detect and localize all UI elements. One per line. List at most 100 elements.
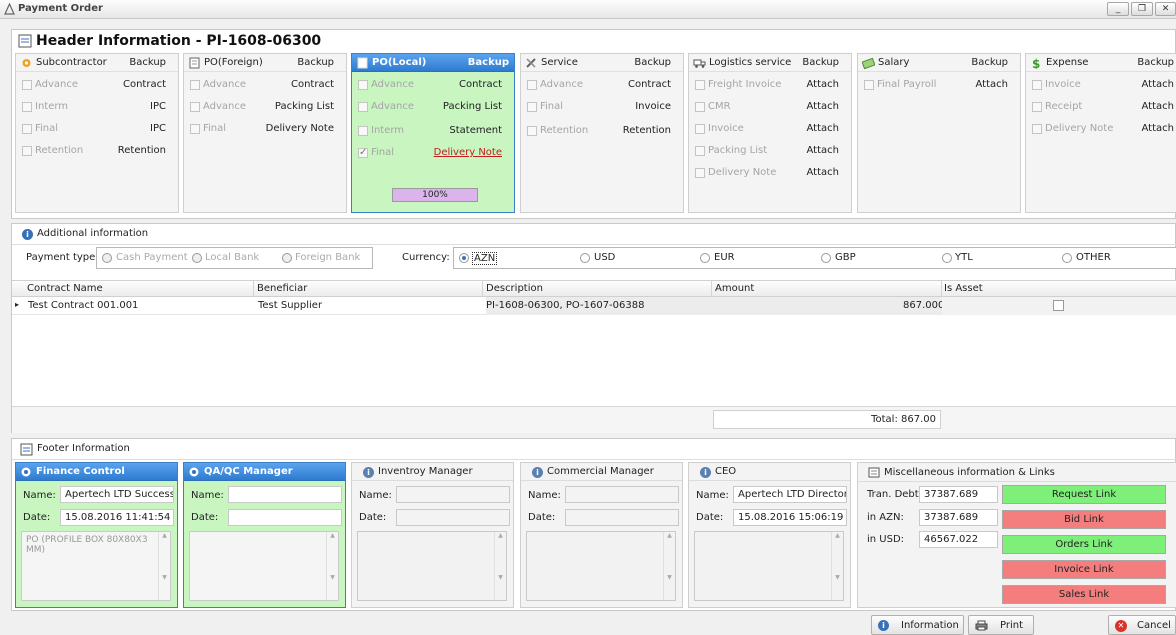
memo-scrollbar[interactable]: ▲ ▼ xyxy=(663,532,675,600)
checkbox[interactable] xyxy=(190,80,200,90)
memo-scrollbar[interactable]: ▲ ▼ xyxy=(326,532,338,600)
radio-azn[interactable] xyxy=(459,253,469,263)
name-field[interactable]: Apertech LTD Director xyxy=(733,486,847,503)
attach-link[interactable]: Attach xyxy=(1142,101,1174,112)
checkbox[interactable] xyxy=(1032,124,1042,134)
attach-link[interactable]: Attach xyxy=(807,79,839,90)
attach-link[interactable]: Attach xyxy=(807,167,839,178)
radio-eur[interactable] xyxy=(700,253,710,263)
memo-field[interactable]: PO (PROFILE BOX 80X80X3 MM) ▲ ▼ xyxy=(21,531,171,601)
azn-field[interactable]: 37387.689 xyxy=(919,509,998,526)
checkbox[interactable] xyxy=(358,102,368,112)
checkbox[interactable] xyxy=(1032,102,1042,112)
radio-gbp[interactable] xyxy=(821,253,831,263)
column-header-beneficiar[interactable]: Beneficiar xyxy=(257,283,307,294)
attach-link[interactable]: Attach xyxy=(807,145,839,156)
cancel-button[interactable]: ✕ Cancel xyxy=(1108,615,1176,635)
request-link-button[interactable]: Request Link xyxy=(1002,485,1166,504)
radio-foreign-bank[interactable] xyxy=(282,253,292,263)
checkbox[interactable] xyxy=(190,124,200,134)
checkbox[interactable] xyxy=(864,80,874,90)
backup-link[interactable]: Backup xyxy=(297,57,334,68)
checkbox[interactable] xyxy=(695,102,705,112)
radio-cash-payment[interactable] xyxy=(102,253,112,263)
memo-scrollbar[interactable]: ▲ ▼ xyxy=(831,532,843,600)
backup-link[interactable]: Backup xyxy=(802,57,839,68)
close-window-button[interactable]: ✕ xyxy=(1155,2,1176,16)
table-row[interactable]: ▸ Test Contract 001.001 Test Supplier PI… xyxy=(12,297,1176,315)
checkbox[interactable] xyxy=(22,102,32,112)
checkbox[interactable] xyxy=(22,124,32,134)
checkbox[interactable] xyxy=(527,102,537,112)
row-doc[interactable]: IPC xyxy=(150,123,166,134)
checkbox[interactable] xyxy=(358,126,368,136)
checkbox[interactable] xyxy=(695,168,705,178)
memo-field[interactable]: ▲ ▼ xyxy=(526,531,676,601)
radio-local-bank[interactable] xyxy=(192,253,202,263)
backup-link[interactable]: Backup xyxy=(468,57,509,68)
row-doc[interactable]: Retention xyxy=(623,125,671,136)
checkbox[interactable] xyxy=(358,80,368,90)
information-button[interactable]: i Information xyxy=(871,615,964,635)
backup-link[interactable]: Backup xyxy=(971,57,1008,68)
row-doc[interactable]: Delivery Note xyxy=(266,123,334,134)
row-doc[interactable]: Contract xyxy=(291,79,334,90)
delivery-note-link[interactable]: Delivery Note xyxy=(434,147,502,158)
column-header-description[interactable]: Description xyxy=(486,283,543,294)
attach-link[interactable]: Attach xyxy=(976,79,1008,90)
checkbox[interactable] xyxy=(527,80,537,90)
checkbox[interactable] xyxy=(695,124,705,134)
date-field[interactable] xyxy=(228,509,342,526)
checkbox-checked[interactable]: ✓ xyxy=(358,148,368,158)
restore-button[interactable]: ❐ xyxy=(1131,2,1153,16)
checkbox[interactable] xyxy=(1032,80,1042,90)
minimize-button[interactable]: _ xyxy=(1107,2,1129,16)
cell-contract-name[interactable]: Test Contract 001.001 xyxy=(28,300,138,311)
attach-link[interactable]: Attach xyxy=(1142,79,1174,90)
cell-beneficiar[interactable]: Test Supplier xyxy=(258,300,322,311)
cell-amount[interactable]: 867.000 xyxy=(903,300,944,311)
is-asset-checkbox[interactable] xyxy=(1053,300,1064,311)
checkbox[interactable] xyxy=(695,146,705,156)
row-doc[interactable]: Contract xyxy=(459,79,502,90)
memo-field[interactable]: ▲ ▼ xyxy=(189,531,339,601)
tran-debt-field[interactable]: 37387.689 xyxy=(919,486,998,503)
sales-link-button[interactable]: Sales Link xyxy=(1002,585,1166,604)
memo-field[interactable]: ▲ ▼ xyxy=(694,531,844,601)
date-field[interactable]: 15.08.2016 15:06:19 xyxy=(733,509,847,526)
row-doc[interactable]: Statement xyxy=(449,125,502,136)
print-button[interactable]: Print xyxy=(968,615,1034,635)
row-doc[interactable]: Packing List xyxy=(443,101,502,112)
backup-link[interactable]: Backup xyxy=(1137,57,1174,68)
memo-scrollbar[interactable]: ▲ ▼ xyxy=(158,532,170,600)
radio-usd[interactable] xyxy=(580,253,590,263)
date-field[interactable] xyxy=(396,509,510,526)
name-field[interactable] xyxy=(228,486,342,503)
radio-ytl[interactable] xyxy=(942,253,952,263)
row-doc[interactable]: Packing List xyxy=(275,101,334,112)
date-field[interactable]: 15.08.2016 11:41:54 xyxy=(60,509,174,526)
column-header-is-asset[interactable]: Is Asset xyxy=(944,283,983,294)
attach-link[interactable]: Attach xyxy=(1142,123,1174,134)
attach-link[interactable]: Attach xyxy=(807,123,839,134)
orders-link-button[interactable]: Orders Link xyxy=(1002,535,1166,554)
memo-field[interactable]: ▲ ▼ xyxy=(357,531,507,601)
backup-link[interactable]: Backup xyxy=(129,57,166,68)
row-doc[interactable]: Invoice xyxy=(635,101,671,112)
checkbox[interactable] xyxy=(22,80,32,90)
cell-description[interactable]: PI-1608-06300, PO-1607-06388 xyxy=(486,300,644,311)
memo-scrollbar[interactable]: ▲ ▼ xyxy=(494,532,506,600)
checkbox[interactable] xyxy=(527,126,537,136)
row-doc[interactable]: IPC xyxy=(150,101,166,112)
date-field[interactable] xyxy=(565,509,679,526)
checkbox[interactable] xyxy=(695,80,705,90)
checkbox[interactable] xyxy=(190,102,200,112)
name-field[interactable]: Apertech LTD Success xyxy=(60,486,174,503)
row-doc[interactable]: Retention xyxy=(118,145,166,156)
attach-link[interactable]: Attach xyxy=(807,101,839,112)
column-header-contract-name[interactable]: Contract Name xyxy=(27,283,103,294)
column-header-amount[interactable]: Amount xyxy=(715,283,754,294)
radio-other[interactable] xyxy=(1062,253,1072,263)
bid-link-button[interactable]: Bid Link xyxy=(1002,510,1166,529)
checkbox[interactable] xyxy=(22,146,32,156)
